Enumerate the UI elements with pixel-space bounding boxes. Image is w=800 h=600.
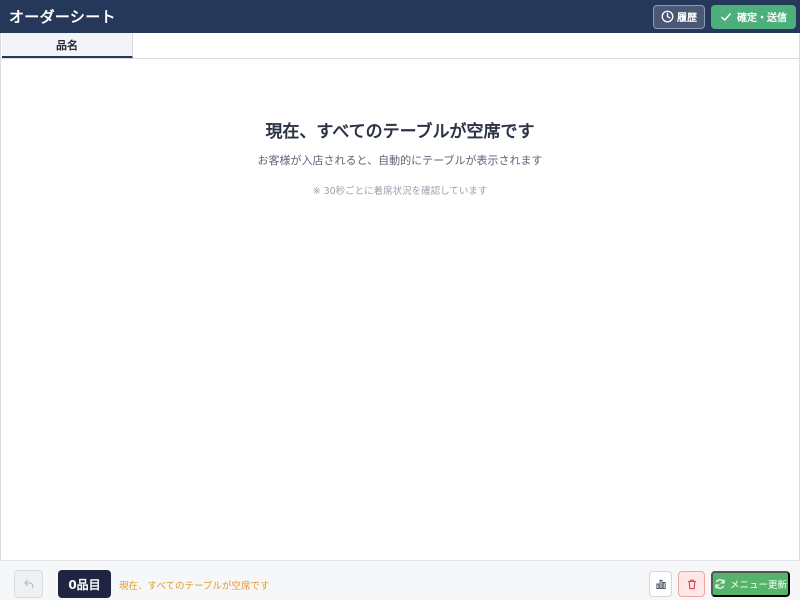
tab-item-name[interactable]: 品名 <box>2 33 133 58</box>
confirm-send-label: 確定・送信 <box>737 13 787 24</box>
empty-state-note: ※ 30秒ごとに着席状況を確認しています <box>312 186 488 197</box>
menu-update-button[interactable]: メニュー更新 <box>711 571 790 597</box>
table-area: 現在、すべてのテーブルが空席です お客様が入店されると、自動的にテーブルが表示さ… <box>0 59 800 560</box>
history-button-label: 履歴 <box>677 13 697 24</box>
item-count-badge: 0品目 <box>58 570 111 598</box>
column-tab-bar: 品名 <box>0 33 800 59</box>
undo-button[interactable] <box>14 570 43 598</box>
footer-bar: 0品目 現在、すべてのテーブルが空席です メニュー更新 <box>0 560 800 600</box>
clock-icon <box>661 10 674 23</box>
undo-icon <box>23 578 35 590</box>
header-actions: 履歴 確定・送信 <box>653 4 796 29</box>
bar-chart-icon <box>655 578 667 590</box>
delete-button[interactable] <box>678 571 705 597</box>
menu-update-label: メニュー更新 <box>729 580 787 591</box>
check-icon <box>720 11 732 23</box>
status-message: 現在、すべてのテーブルが空席です <box>119 581 270 592</box>
refresh-icon <box>714 578 726 590</box>
confirm-send-button[interactable]: 確定・送信 <box>711 4 796 29</box>
empty-state-subtitle: お客様が入店されると、自動的にテーブルが表示されます <box>257 154 543 167</box>
stats-button[interactable] <box>649 571 672 597</box>
app-header: オーダーシート 履歴 確定・送信 <box>0 0 800 33</box>
empty-state-title: 現在、すべてのテーブルが空席です <box>265 122 535 142</box>
app-title: オーダーシート <box>9 8 116 26</box>
trash-icon <box>686 578 698 590</box>
history-button[interactable]: 履歴 <box>653 4 705 29</box>
